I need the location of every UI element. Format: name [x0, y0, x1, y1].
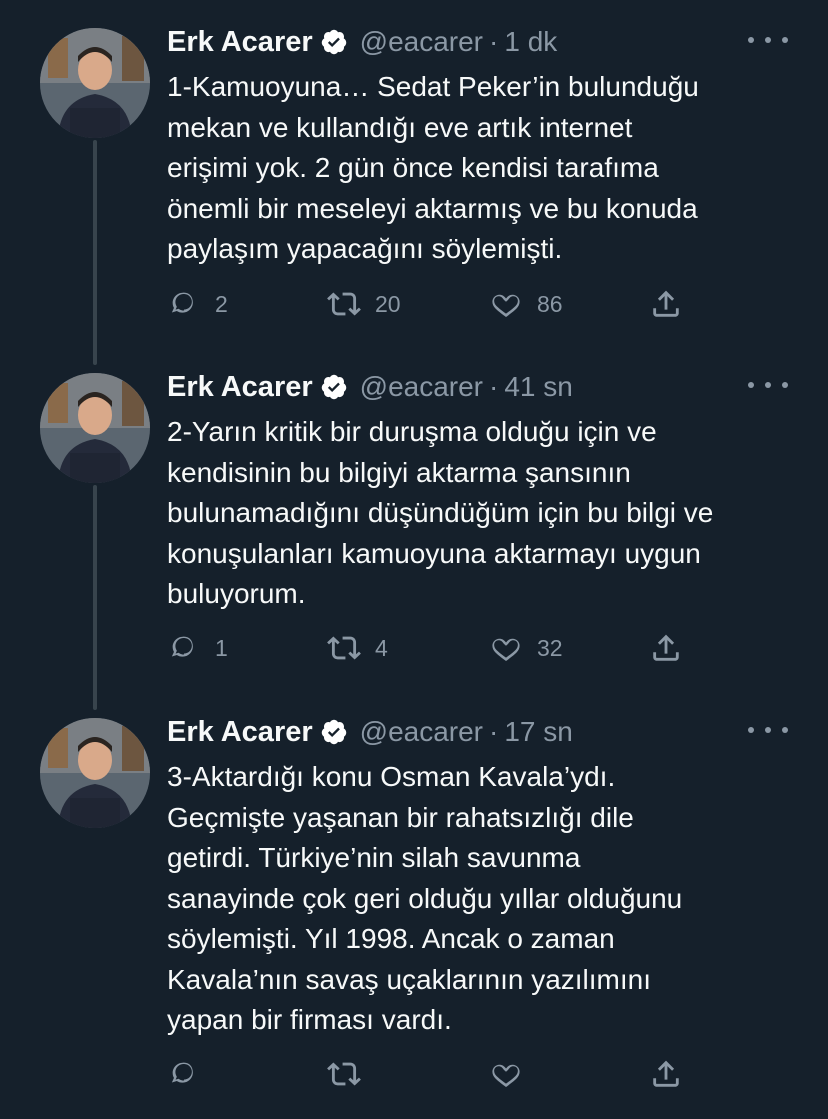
tweet-header: Erk Acarer @eacarer · 17 sn	[167, 712, 573, 752]
share-icon	[653, 290, 679, 317]
separator-dot: ·	[489, 716, 499, 747]
avatar-photo-icon	[40, 373, 150, 483]
share-button[interactable]	[649, 284, 683, 324]
more-icon[interactable]	[748, 28, 788, 52]
verified-badge-icon	[321, 374, 346, 400]
tweet-header: Erk Acarer @eacarer · 41 sn	[167, 367, 573, 407]
like-button[interactable]	[489, 1054, 537, 1094]
like-button[interactable]: 32	[489, 628, 563, 668]
tweet[interactable]: Erk Acarer @eacarer · 1 dk 1-Kamuoyuna… …	[0, 22, 828, 342]
more-icon[interactable]	[748, 718, 788, 742]
reply-icon	[171, 1062, 193, 1083]
avatar[interactable]	[40, 28, 150, 138]
avatar[interactable]	[40, 718, 150, 828]
handle[interactable]: @eacarer	[360, 716, 483, 748]
retweet-count: 4	[375, 634, 388, 661]
like-button[interactable]: 86	[489, 284, 563, 324]
avatar-photo-icon	[40, 28, 150, 138]
display-name[interactable]: Erk Acarer	[167, 371, 313, 404]
tweet-actions: 1 4 32	[167, 628, 697, 668]
display-name[interactable]: Erk Acarer	[167, 716, 313, 749]
handle[interactable]: @eacarer	[360, 371, 483, 403]
reply-icon	[171, 636, 193, 657]
heart-icon	[492, 294, 520, 317]
share-icon	[653, 634, 679, 661]
heart-icon	[492, 1064, 520, 1087]
verified-badge-icon	[321, 719, 346, 745]
tweet-header: Erk Acarer @eacarer · 1 dk	[167, 22, 557, 62]
retweet-count: 20	[375, 290, 401, 317]
like-count: 86	[537, 290, 563, 317]
timestamp[interactable]: 17 sn	[504, 716, 573, 748]
separator-dot: ·	[489, 26, 499, 57]
avatar[interactable]	[40, 373, 150, 483]
tweet-text: 1-Kamuoyuna… Sedat Peker’in bulunduğu me…	[167, 71, 699, 264]
like-count: 32	[537, 634, 563, 661]
tweet-actions: 2 20 86	[167, 284, 697, 324]
reply-count: 1	[215, 634, 228, 661]
tweet[interactable]: Erk Acarer @eacarer · 17 sn 3-Aktardığı …	[0, 712, 828, 1112]
retweet-button[interactable]: 20	[327, 284, 401, 324]
retweet-icon	[327, 636, 361, 660]
retweet-button[interactable]	[327, 1054, 375, 1094]
display-name[interactable]: Erk Acarer	[167, 26, 313, 59]
tweet-text: 2-Yarın kritik bir duruşma olduğu için v…	[167, 416, 714, 609]
reply-count: 2	[215, 290, 228, 317]
tweet-text: 3-Aktardığı konu Osman Kavala’ydı. Geçmi…	[167, 761, 683, 1035]
retweet-icon	[327, 292, 361, 316]
tweet-actions	[167, 1054, 697, 1094]
reply-button[interactable]: 1	[167, 628, 228, 668]
timestamp[interactable]: 41 sn	[504, 371, 573, 403]
heart-icon	[492, 638, 520, 661]
more-icon[interactable]	[748, 373, 788, 397]
retweet-button[interactable]: 4	[327, 628, 388, 668]
retweet-icon	[327, 1062, 361, 1086]
separator-dot: ·	[489, 371, 499, 402]
verified-badge-icon	[321, 29, 346, 55]
share-button[interactable]	[649, 628, 683, 668]
reply-button[interactable]: 2	[167, 284, 228, 324]
share-button[interactable]	[649, 1054, 683, 1094]
reply-icon	[171, 292, 193, 313]
share-icon	[653, 1060, 679, 1087]
avatar-photo-icon	[40, 718, 150, 828]
reply-button[interactable]	[167, 1054, 215, 1094]
timestamp[interactable]: 1 dk	[504, 26, 557, 58]
handle[interactable]: @eacarer	[360, 26, 483, 58]
tweet[interactable]: Erk Acarer @eacarer · 41 sn 2-Yarın krit…	[0, 367, 828, 687]
